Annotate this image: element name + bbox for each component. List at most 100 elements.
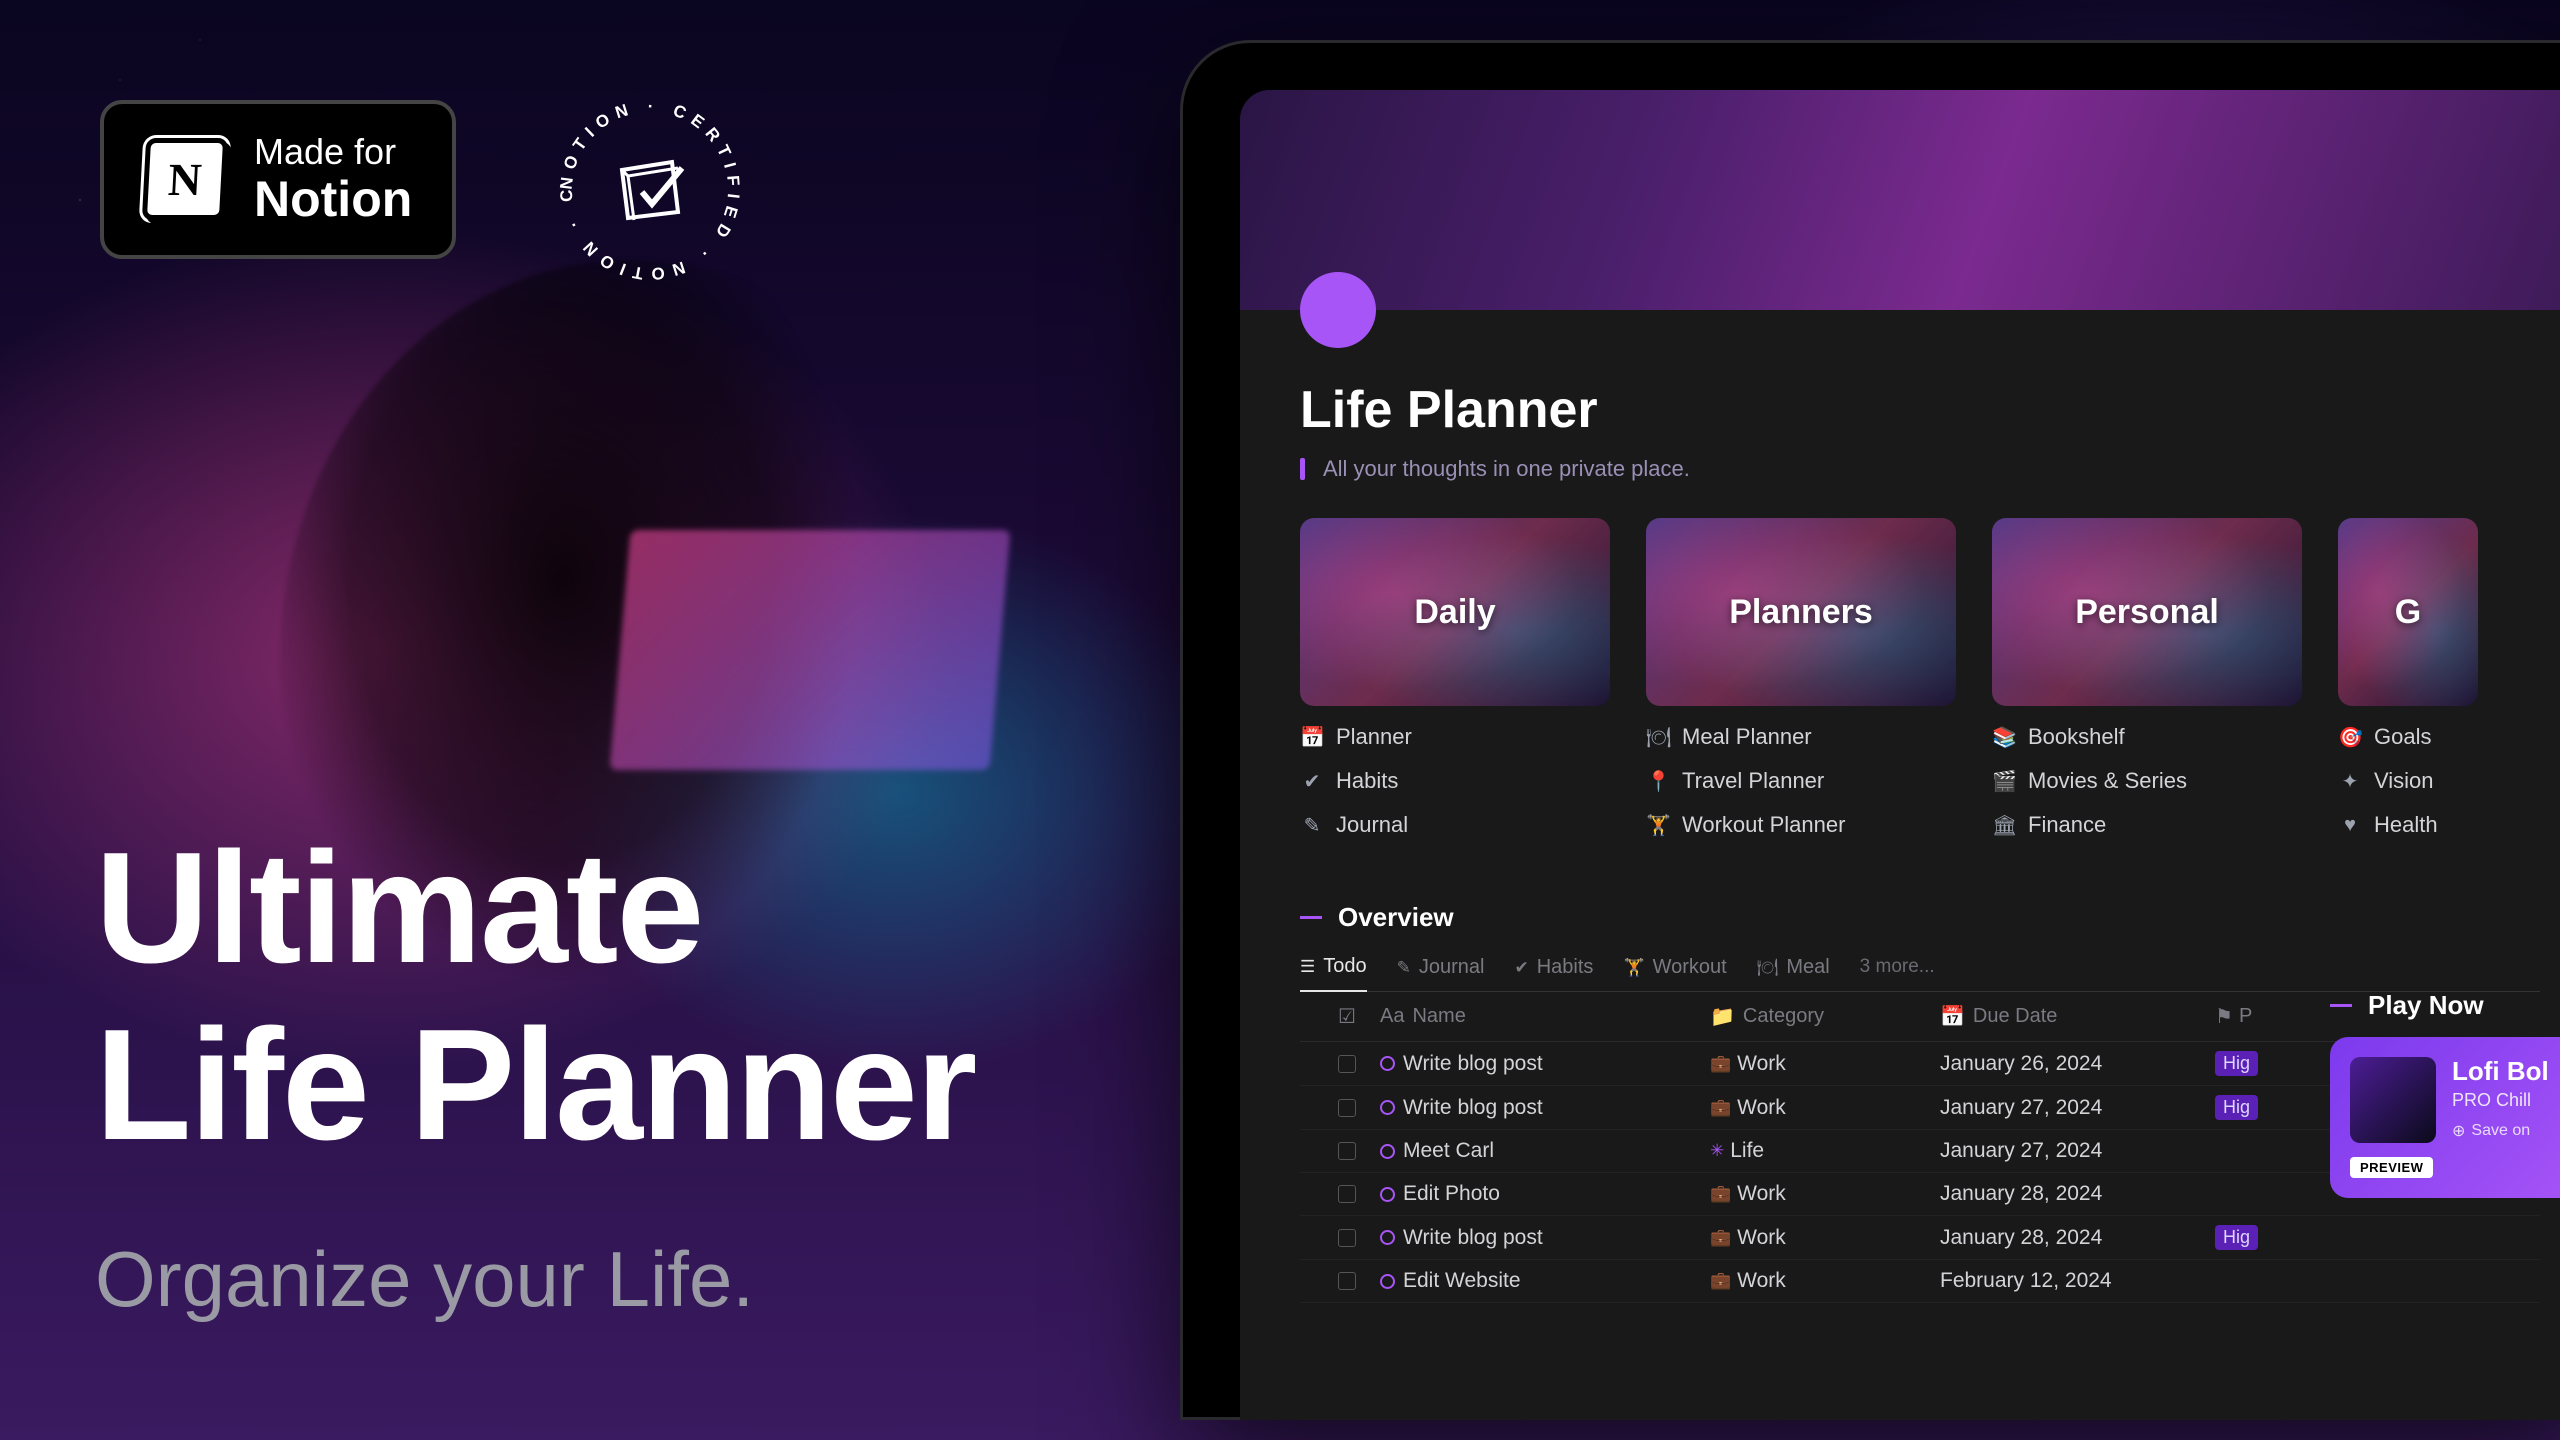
svg-text:NOTION · CERTIFIED · NOTION ·: NOTION · CERTIFIED · NOTION · CERTIFIED … <box>550 90 743 283</box>
section-link[interactable]: 🍽 Meal Planner <box>1646 720 1956 754</box>
due-column-header[interactable]: Due Date <box>1973 1005 2058 1028</box>
section-card-title: Personal <box>2075 593 2219 632</box>
category-column-header[interactable]: Category <box>1743 1005 1824 1028</box>
section-link[interactable]: ♥Health <box>2338 808 2478 842</box>
music-player-card[interactable]: Lofi Bol PRO Chill ⊕ Save on PREVIEW <box>2330 1037 2560 1198</box>
link-label: Planner <box>1336 724 1412 750</box>
view-tab[interactable]: 🏋 Workout <box>1623 956 1726 991</box>
section-column: Personal 📚Bookshelf 🎬Movies & Series 🏛Finan… <box>1992 518 2302 842</box>
tab-icon: 🏋 <box>1623 958 1644 978</box>
section-link[interactable]: ✎Journal <box>1300 808 1610 842</box>
section-link[interactable]: 🎬Movies & Series <box>1992 764 2302 798</box>
link-label: Workout Planner <box>1682 812 1845 838</box>
row-checkbox[interactable] <box>1338 1272 1356 1290</box>
row-checkbox[interactable] <box>1338 1229 1356 1247</box>
section-card-title: Planners <box>1729 593 1873 632</box>
overview-heading: Overview <box>1338 902 1454 933</box>
status-ring-icon[interactable] <box>1380 1274 1395 1289</box>
notion-certified-badge: NOTION · CERTIFIED · NOTION · CERTIFIED … <box>550 90 750 290</box>
section-column: Planners 🍽 Meal Planner 📍Travel Planner 🏋 Wor… <box>1646 518 1956 842</box>
more-tabs-button[interactable]: 3 more... <box>1860 956 1935 978</box>
heading-accent-icon <box>1300 916 1322 919</box>
row-due-date: February 12, 2024 <box>1940 1269 2112 1293</box>
section-link[interactable]: 🎯Goals <box>2338 720 2478 754</box>
app-screen: Life Planner All your thoughts in one pr… <box>1240 90 2560 1420</box>
row-name: Meet Carl <box>1403 1139 1494 1163</box>
view-tab[interactable]: ✎Journal <box>1397 956 1485 991</box>
cover-image[interactable] <box>1240 90 2560 310</box>
section-link[interactable]: 📅Planner <box>1300 720 1610 754</box>
priority-tag: Hig <box>2215 1051 2258 1076</box>
section-card[interactable]: Daily <box>1300 518 1610 706</box>
section-link[interactable]: 🏋 Workout Planner <box>1646 808 1956 842</box>
priority-tag: Hig <box>2215 1095 2258 1120</box>
link-icon: ♥ <box>2338 814 2362 837</box>
status-ring-icon[interactable] <box>1380 1144 1395 1159</box>
section-link[interactable]: 🏛Finance <box>1992 808 2302 842</box>
category-icon: 💼 <box>1710 1098 1731 1118</box>
row-checkbox[interactable] <box>1338 1185 1356 1203</box>
category-icon: 💼 <box>1710 1054 1731 1074</box>
page-title[interactable]: Life Planner <box>1300 380 2540 440</box>
status-ring-icon[interactable] <box>1380 1056 1395 1071</box>
section-link[interactable]: ✦Vision <box>2338 764 2478 798</box>
tab-label: Workout <box>1653 956 1727 979</box>
preview-badge: PREVIEW <box>2350 1157 2433 1178</box>
row-category: Life <box>1730 1139 1764 1163</box>
section-link[interactable]: 📚Bookshelf <box>1992 720 2302 754</box>
save-button[interactable]: ⊕ Save on <box>2452 1121 2549 1141</box>
tablet-frame: Life Planner All your thoughts in one pr… <box>1180 40 2560 1420</box>
view-tab[interactable]: ✔Habits <box>1514 956 1593 991</box>
view-tab[interactable]: 🍽 Meal <box>1757 956 1830 991</box>
section-card-title: Daily <box>1414 593 1495 632</box>
tab-label: Meal <box>1786 956 1829 979</box>
row-checkbox[interactable] <box>1338 1099 1356 1117</box>
row-due-date: January 26, 2024 <box>1940 1052 2102 1076</box>
track-title: Lofi Bol <box>2452 1057 2549 1086</box>
page-icon[interactable] <box>1300 272 1376 348</box>
section-link[interactable]: ✔Habits <box>1300 764 1610 798</box>
link-icon: ✦ <box>2338 769 2362 794</box>
view-tab[interactable]: ☰Todo <box>1300 955 1367 992</box>
link-icon: 🍽 <box>1646 725 1670 750</box>
section-card[interactable]: Personal <box>1992 518 2302 706</box>
priority-column-icon: ⚑ <box>2215 1004 2233 1029</box>
table-row[interactable]: Edit Website 💼Work February 12, 2024 <box>1300 1260 2540 1303</box>
status-ring-icon[interactable] <box>1380 1187 1395 1202</box>
link-label: Meal Planner <box>1682 724 1812 750</box>
status-ring-icon[interactable] <box>1380 1230 1395 1245</box>
hero-line2: Life Planner <box>95 997 975 1173</box>
link-label: Habits <box>1336 768 1398 794</box>
heading-accent-icon <box>2330 1004 2352 1007</box>
tab-icon: ✎ <box>1397 958 1411 978</box>
due-column-icon: 📅 <box>1940 1004 1965 1029</box>
section-column: G 🎯Goals ✦Vision ♥Health <box>2338 518 2478 842</box>
hero-line1: Ultimate <box>95 820 702 996</box>
tab-icon: ☰ <box>1300 957 1315 977</box>
link-icon: 🏋 <box>1646 813 1670 838</box>
section-link[interactable]: 📍Travel Planner <box>1646 764 1956 798</box>
name-column-header[interactable]: Name <box>1412 1005 1465 1028</box>
priority-column-header[interactable]: P <box>2239 1005 2252 1028</box>
badge-line1: Made for <box>254 132 412 172</box>
table-row[interactable]: Write blog post 💼Work January 28, 2024 H… <box>1300 1216 2540 1260</box>
plus-icon: ⊕ <box>2452 1121 2465 1141</box>
row-category: Work <box>1737 1182 1786 1206</box>
row-checkbox[interactable] <box>1338 1055 1356 1073</box>
tab-icon: 🍽 <box>1757 958 1779 978</box>
section-card[interactable]: Planners <box>1646 518 1956 706</box>
row-checkbox[interactable] <box>1338 1142 1356 1160</box>
category-icon: 💼 <box>1710 1228 1731 1248</box>
name-column-icon: Aa <box>1380 1005 1404 1028</box>
row-category: Work <box>1737 1269 1786 1293</box>
badge-line2: Notion <box>254 172 412 227</box>
link-label: Journal <box>1336 812 1408 838</box>
section-card[interactable]: G <box>2338 518 2478 706</box>
track-subtitle: PRO Chill <box>2452 1090 2549 1111</box>
status-ring-icon[interactable] <box>1380 1100 1395 1115</box>
section-column: Daily 📅Planner ✔Habits ✎Journal <box>1300 518 1610 842</box>
category-icon: ✳ <box>1710 1141 1724 1161</box>
row-name: Write blog post <box>1403 1096 1543 1120</box>
view-tabs: ☰Todo ✎Journal ✔Habits 🏋 Workout 🍽 Meal 3 more.… <box>1300 955 2540 992</box>
play-now-heading: Play Now <box>2368 990 2484 1021</box>
